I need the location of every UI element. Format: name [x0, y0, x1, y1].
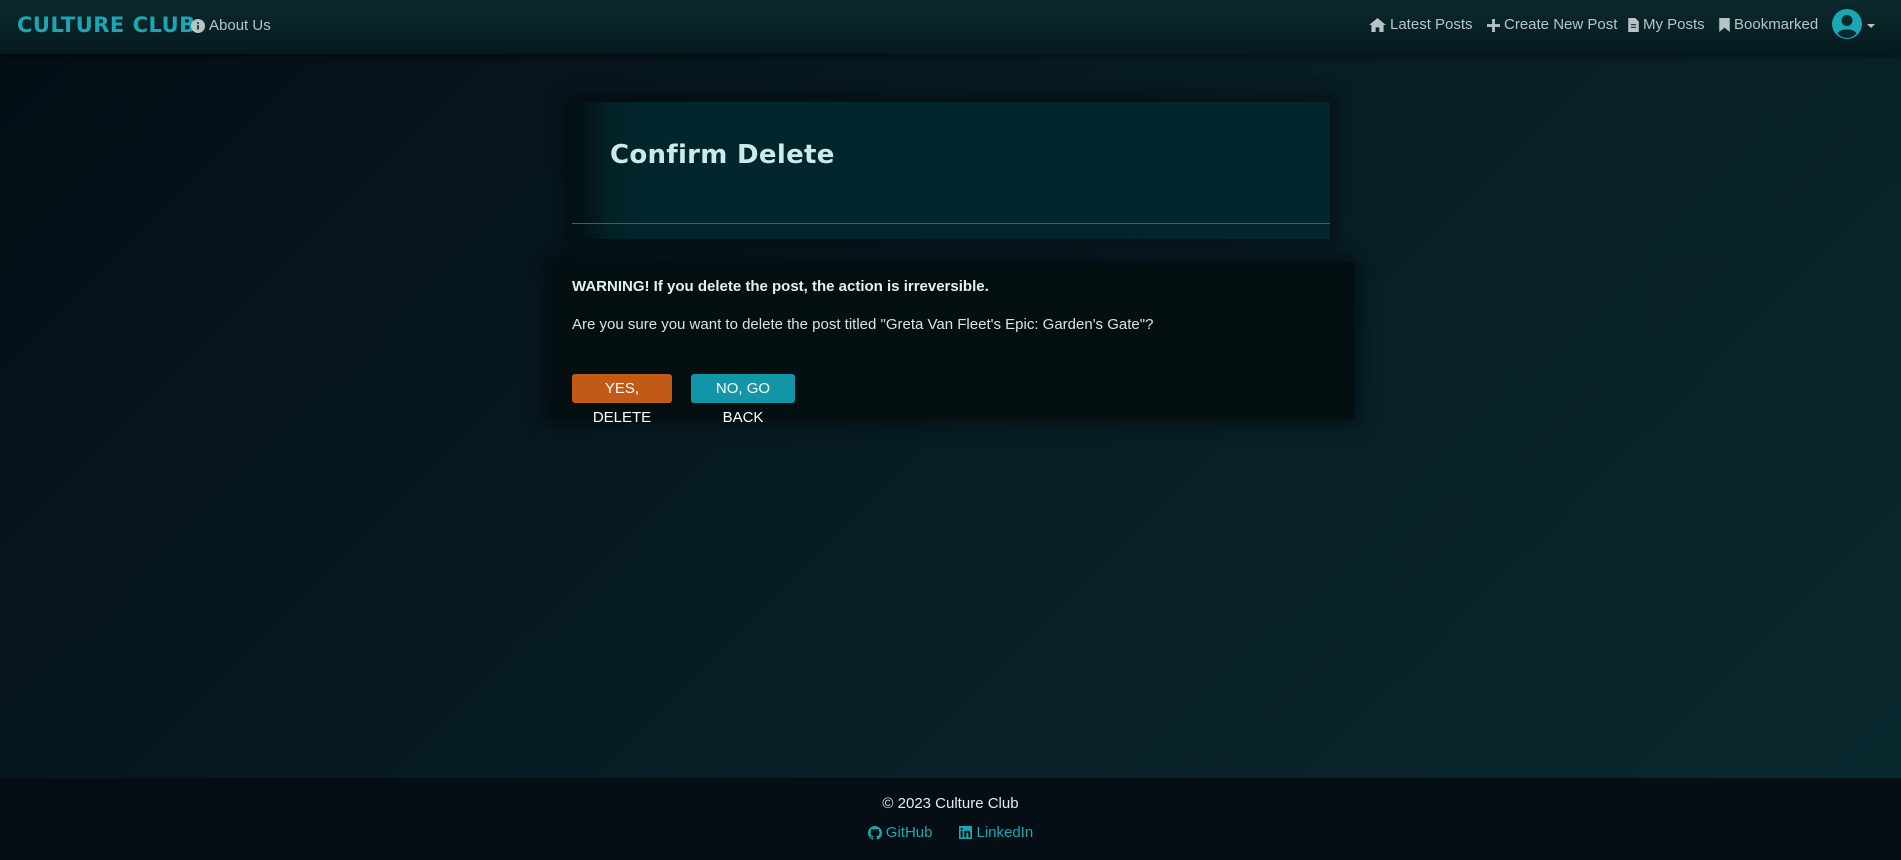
github-link[interactable]: GitHub: [867, 824, 933, 841]
page-title: Confirm Delete: [610, 140, 835, 170]
nav-latest-posts[interactable]: Latest Posts: [1369, 15, 1473, 35]
caret-down-icon: [1867, 24, 1875, 28]
nav-my-posts[interactable]: My Posts: [1628, 15, 1705, 35]
user-menu-dropdown[interactable]: [1832, 9, 1875, 39]
confirm-delete-panel: WARNING! If you delete the post, the act…: [548, 262, 1354, 426]
nav-bookmarked[interactable]: Bookmarked: [1719, 15, 1818, 35]
warning-message: WARNING! If you delete the post, the act…: [572, 278, 989, 295]
linkedin-link[interactable]: LinkedIn: [959, 824, 1033, 841]
page-footer: © 2023 Culture Club GitHub LinkedIn: [0, 778, 1901, 860]
nav-bookmarked-label: Bookmarked: [1734, 16, 1819, 33]
copyright-text: © 2023 Culture Club: [882, 795, 1019, 812]
confirm-question: Are you sure you want to delete the post…: [572, 316, 1154, 333]
nav-latest-posts-label: Latest Posts: [1390, 16, 1473, 33]
no-go-back-button[interactable]: NO, GO BACK: [691, 374, 795, 426]
nav-about-us[interactable]: About Us: [191, 16, 271, 36]
yes-delete-button[interactable]: YES, DELETE: [572, 374, 672, 426]
top-navbar: CULTURE CLUB About Us Latest Posts Creat…: [0, 0, 1901, 54]
nav-my-posts-label: My Posts: [1643, 16, 1705, 33]
brand-logo-link[interactable]: CULTURE CLUB: [17, 12, 196, 38]
plus-icon: [1487, 18, 1500, 32]
info-circle-icon: [191, 19, 205, 33]
user-circle-icon: [1832, 9, 1862, 39]
header-divider: [572, 223, 1330, 224]
nav-create-new-post-label: Create New Post: [1504, 16, 1618, 33]
nav-create-new-post[interactable]: Create New Post: [1487, 15, 1617, 35]
home-icon: [1369, 18, 1386, 32]
github-icon: [867, 825, 882, 840]
linkedin-link-label: LinkedIn: [976, 824, 1034, 841]
file-icon: [1628, 18, 1639, 32]
page-header-card: Confirm Delete: [572, 102, 1330, 239]
github-link-label: GitHub: [885, 824, 933, 841]
nav-about-us-label: About Us: [209, 17, 271, 34]
linkedin-icon: [959, 826, 973, 839]
bookmark-icon: [1719, 18, 1730, 32]
footer-links: GitHub LinkedIn: [0, 824, 1901, 841]
